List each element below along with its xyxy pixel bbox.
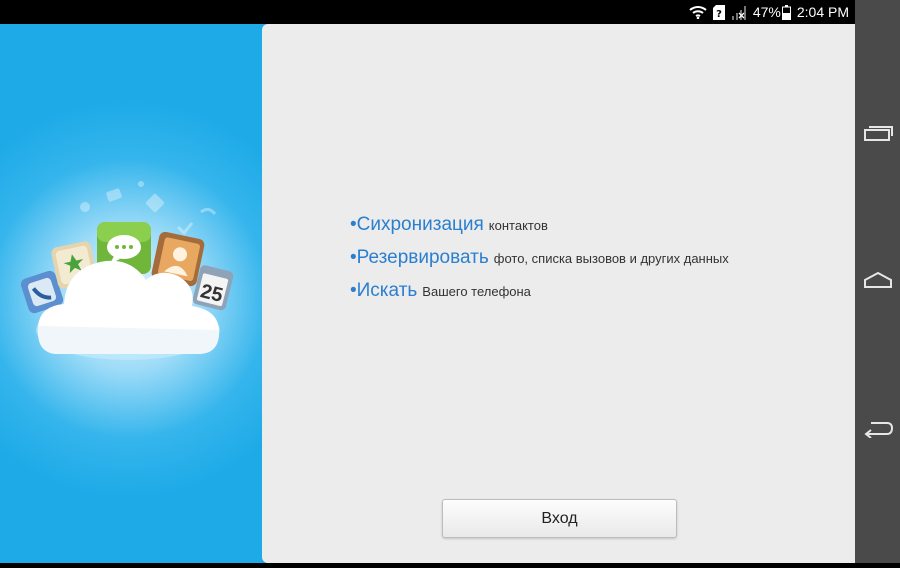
user-icon: [80, 202, 90, 212]
login-button[interactable]: Вход: [442, 499, 677, 538]
navigation-bar: [855, 0, 900, 563]
recent-apps-icon: [863, 124, 893, 147]
feature-item-backup: •Резервировать фото, списка вызовов и др…: [350, 247, 729, 280]
app-area: 25 •Сихронизация контактов •Резервироват…: [0, 24, 855, 563]
feature-description: фото, списка вызовов и других данных: [493, 251, 729, 266]
cloud-illustration: 25: [20, 181, 234, 360]
phone-small-icon: [200, 207, 217, 215]
mail-icon: [106, 188, 122, 202]
status-bar: ? 47% 2:04 PM: [0, 0, 855, 24]
clock: 2:04 PM: [796, 4, 849, 20]
back-icon: [863, 418, 894, 443]
feature-description: контактов: [488, 218, 548, 233]
recent-apps-button[interactable]: [861, 120, 895, 150]
svg-text:?: ?: [716, 9, 722, 20]
status-icons: ? 47% 2:04 PM: [689, 0, 849, 24]
back-button[interactable]: [861, 415, 895, 445]
battery-icon: [781, 4, 791, 20]
feature-item-find: •Искать Вашего телефона: [350, 280, 729, 313]
feature-title: •Сихронизация: [350, 214, 484, 235]
feature-title: •Резервировать: [350, 247, 489, 268]
feature-title: •Искать: [350, 280, 418, 301]
left-illustration-panel: 25: [0, 24, 262, 563]
feature-list: •Сихронизация контактов •Резервировать ф…: [350, 214, 729, 313]
sim-unknown-icon: ?: [712, 4, 725, 20]
diamond-icon: [145, 193, 165, 213]
home-button[interactable]: [861, 267, 895, 297]
home-icon: [863, 271, 893, 294]
wifi-icon: [689, 5, 707, 19]
feature-description: Вашего телефона: [422, 284, 531, 299]
signal-no-service-icon: [731, 5, 747, 20]
content-panel: •Сихронизация контактов •Резервировать ф…: [262, 24, 855, 563]
battery-text: 47%: [752, 4, 781, 20]
feature-item-sync: •Сихронизация контактов: [350, 214, 729, 247]
